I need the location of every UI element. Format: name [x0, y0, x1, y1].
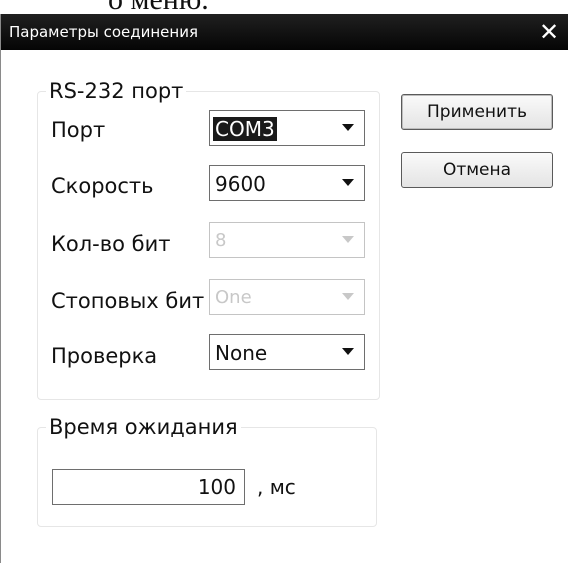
chevron-down-icon — [342, 293, 354, 300]
dialog-title: Параметры соединения — [9, 23, 198, 41]
port-select-value: COM3 — [213, 117, 277, 141]
timeout-input[interactable]: 100 — [52, 469, 245, 505]
stop-bits-select-value: One — [215, 287, 252, 308]
close-icon[interactable]: ✕ — [536, 18, 562, 46]
timeout-group-legend: Время ожидания — [49, 415, 238, 439]
connection-settings-dialog: Параметры соединения ✕ RS-232 порт Порт … — [0, 14, 568, 563]
data-bits-select: 8 — [209, 222, 365, 258]
chevron-down-icon — [342, 124, 354, 131]
data-bits-label: Кол-во бит — [51, 232, 171, 256]
data-bits-select-value: 8 — [215, 230, 227, 251]
stop-bits-label: Стоповых бит — [51, 289, 205, 313]
chevron-down-icon — [342, 179, 354, 186]
baud-rate-label: Скорость — [51, 174, 154, 198]
chevron-down-icon — [342, 348, 354, 355]
port-label: Порт — [51, 118, 106, 142]
cancel-button[interactable]: Отмена — [401, 152, 553, 188]
chevron-down-icon — [342, 236, 354, 243]
port-select[interactable]: COM3 — [209, 110, 365, 146]
parity-select[interactable]: None — [209, 334, 365, 370]
rs232-group-legend: RS-232 порт — [49, 79, 184, 103]
stop-bits-select: One — [209, 279, 365, 315]
timeout-unit-label: , мс — [257, 475, 296, 499]
baud-rate-select-value: 9600 — [215, 172, 266, 196]
apply-button[interactable]: Применить — [401, 94, 553, 130]
baud-rate-select[interactable]: 9600 — [209, 165, 365, 201]
parity-select-value: None — [215, 341, 268, 365]
parity-label: Проверка — [51, 344, 158, 368]
dialog-titlebar[interactable]: Параметры соединения ✕ — [1, 14, 568, 50]
